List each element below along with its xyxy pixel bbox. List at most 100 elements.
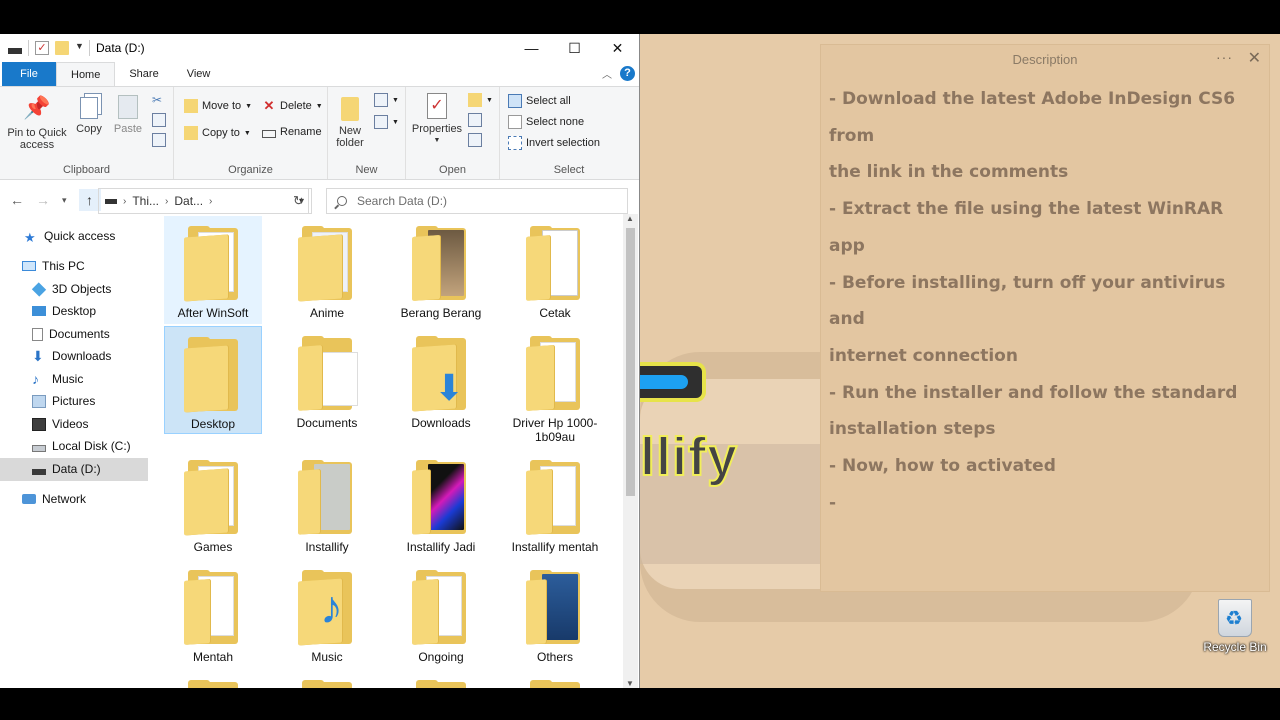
paste-shortcut-icon [152,133,166,147]
tab-home[interactable]: Home [56,62,116,86]
folder-item[interactable] [392,670,490,688]
tab-view[interactable]: View [173,62,225,86]
edit-button[interactable] [468,113,482,127]
folder-item[interactable]: Anime [278,216,376,324]
folder-item[interactable]: Cetak [506,216,604,324]
folder-label: Ongoing [418,650,464,664]
maximize-button[interactable]: ☐ [553,34,596,62]
search-input[interactable]: Search Data (D:) [326,188,628,214]
chevron-right-icon[interactable]: › [123,196,126,207]
tab-share[interactable]: Share [115,62,172,86]
nav-item-videos[interactable]: Videos [0,413,148,436]
description-line: - Before installing, turn off your antiv… [829,272,1226,330]
folder-item[interactable]: Others [506,560,604,668]
nav-item-this-pc[interactable]: This PC [0,255,148,278]
history-button[interactable] [468,133,482,147]
pin-icon: 📌 [23,95,51,120]
folder-item[interactable] [506,670,604,688]
folder-item[interactable]: Mentah [164,560,262,668]
copy-path-button[interactable] [152,113,166,127]
delete-button[interactable]: ✕ Delete ▼ [262,99,323,113]
folder-item[interactable]: After WinSoft [164,216,262,324]
close-icon[interactable]: ✕ [1248,48,1261,68]
forward-arrow-icon[interactable]: → [36,192,50,208]
folder-item[interactable]: Games [164,450,262,558]
vertical-scrollbar[interactable]: ▲ ▼ [623,214,638,688]
properties-button[interactable]: ✓ Properties ▼ [410,93,464,147]
recycle-bin[interactable]: Recycle Bin [1200,599,1270,654]
pin-to-quick-access-button[interactable]: 📌 Pin to Quick access [6,93,68,151]
nav-item-3d-objects[interactable]: 3D Objects [0,278,148,301]
chevron-right-icon[interactable]: › [165,196,168,207]
rename-button[interactable]: Rename [262,126,322,138]
easy-access-button[interactable]: ▼ [374,115,399,129]
scroll-up-icon[interactable]: ▲ [626,214,634,223]
paste-button[interactable]: Paste [110,93,146,135]
chevron-right-icon[interactable]: › [209,196,212,207]
nav-item-desktop[interactable]: Desktop [0,300,148,323]
folder-label: Cetak [539,306,571,320]
folder-icon [184,460,242,536]
folder-item[interactable]: Ongoing [392,560,490,668]
folder-item[interactable]: Installify Jadi [392,450,490,558]
paste-shortcut-button[interactable] [152,133,166,147]
folder-label: Music [311,650,343,664]
open-group: ✓ Properties ▼ ▼ Open [406,87,500,179]
cut-button[interactable]: ✂ [152,93,166,107]
scroll-down-icon[interactable]: ▼ [626,679,634,688]
copy-to-button[interactable]: Copy to ▼ [184,126,251,140]
nav-item-network[interactable]: Network [0,488,148,511]
folder-item[interactable] [278,670,376,688]
address-bar[interactable]: › Thi... › Dat... › ▾ [98,188,309,214]
chevron-down-icon[interactable]: ▼ [75,41,84,55]
refresh-button[interactable]: ↻ [286,188,312,214]
more-options-icon[interactable]: ··· [1216,49,1233,65]
new-folder-icon[interactable] [55,41,69,55]
minimize-button[interactable]: — [510,34,553,62]
folder-item[interactable]: Berang Berang [392,216,490,324]
nav-item-label: Quick access [44,229,116,244]
tab-file[interactable]: File [2,62,56,86]
drive-icon [105,198,117,204]
nav-item-pictures[interactable]: Pictures [0,390,148,413]
chevron-down-icon: ▼ [243,129,251,137]
folder-item[interactable]: Documents [278,326,376,434]
folder-item[interactable]: ♪ Music [278,560,376,668]
breadcrumb-this-pc[interactable]: Thi... [132,194,159,208]
nav-item-local-disk-c[interactable]: Local Disk (C:) [0,435,148,458]
collapse-ribbon-icon[interactable]: ︿ [602,66,612,81]
nav-item-downloads[interactable]: ⬇ Downloads [0,345,148,368]
chevron-down-icon: ▼ [392,96,399,104]
close-button[interactable]: ✕ [596,34,639,62]
nav-item-music[interactable]: ♪ Music [0,368,148,391]
folder-item[interactable]: ⬇ Downloads [392,326,490,434]
select-group-label: Select [553,164,585,176]
folder-icon [526,460,584,536]
invert-selection-button[interactable]: Invert selection [508,136,600,150]
nav-item-data-d[interactable]: Data (D:) [0,458,148,481]
folder-item[interactable]: Desktop [164,326,262,434]
select-all-button[interactable]: Select all [508,94,571,108]
breadcrumb-data[interactable]: Dat... [174,194,203,208]
properties-icon[interactable]: ✓ [35,41,49,55]
folder-item[interactable]: Installify mentah [506,450,604,558]
folder-icon [412,460,470,536]
disk-icon [32,445,46,453]
folder-item[interactable] [164,670,262,688]
open-button[interactable]: ▼ [468,93,493,107]
folder-icon: ⬇ [412,336,470,412]
select-none-button[interactable]: Select none [508,115,584,129]
nav-item-documents[interactable]: Documents [0,323,148,346]
new-folder-button[interactable]: New folder [334,93,366,149]
back-arrow-icon[interactable]: ← [10,192,24,208]
folder-item[interactable]: Installify [278,450,376,558]
nav-item-quick-access[interactable]: ★ Quick access [0,225,148,248]
copy-button[interactable]: Copy [72,93,106,135]
folder-item[interactable]: Driver Hp 1000-1b09au [506,326,604,444]
move-to-button[interactable]: Move to ▼ [184,99,252,113]
new-item-button[interactable]: ▼ [374,93,399,107]
ribbon-tabs: File Home Share View ︿ ? [0,62,639,86]
scrollbar-thumb[interactable] [626,228,635,496]
recent-locations-icon[interactable]: ▾ [62,195,67,206]
help-icon[interactable]: ? [620,66,635,81]
